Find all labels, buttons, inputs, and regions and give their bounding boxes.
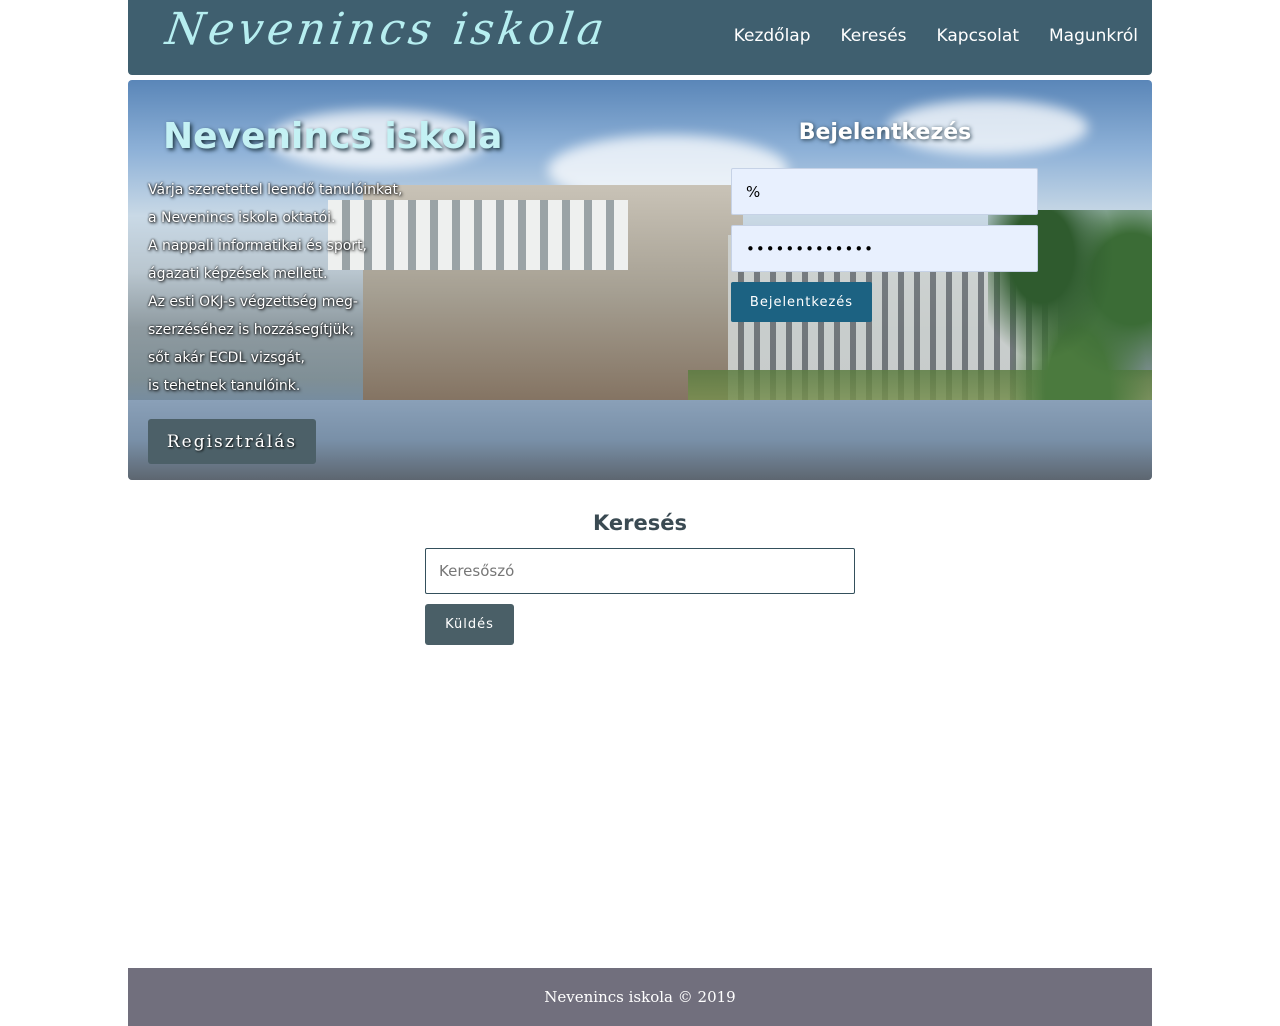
nav-item-contact[interactable]: Kapcsolat <box>937 26 1019 46</box>
login-title: Bejelentkezés <box>798 120 972 145</box>
hero-line: a Nevenincs iskola oktatói. <box>148 210 336 226</box>
register-button[interactable]: Regisztrálás <box>148 419 316 464</box>
hero-line: Az esti OKJ-s végzettség meg- <box>148 294 358 310</box>
search-submit-button[interactable]: Küldés <box>425 604 514 645</box>
hero-line: Várja szeretettel leendő tanulóinkat, <box>148 182 403 198</box>
hero-description: Várja szeretettel leendő tanulóinkat, a … <box>148 176 448 400</box>
nav-item-home[interactable]: Kezdőlap <box>734 26 811 46</box>
search-input[interactable] <box>425 548 855 594</box>
username-field[interactable] <box>731 168 1038 215</box>
site-header: Nevenincs iskola Kezdőlap Keresés Kapcso… <box>128 0 1152 75</box>
hero-line: is tehetnek tanulóink. <box>148 378 301 394</box>
hero-line: sőt akár ECDL vizsgát, <box>148 350 305 366</box>
password-field[interactable] <box>731 225 1038 272</box>
site-logo[interactable]: Nevenincs iskola <box>162 4 611 55</box>
site-footer: Nevenincs iskola © 2019 <box>128 968 1152 1026</box>
nav-item-search[interactable]: Keresés <box>841 26 907 46</box>
hero-line: A nappali informatikai és sport, <box>148 238 368 254</box>
hero-banner: Nevenincs iskola Várja szeretettel leend… <box>128 80 1152 480</box>
main-nav: Kezdőlap Keresés Kapcsolat Magunkról <box>734 26 1138 46</box>
nav-item-about[interactable]: Magunkról <box>1049 26 1138 46</box>
hero-line: ágazati képzések mellett. <box>148 266 328 282</box>
hero-line: szerzéséhez is hozzásegítjük; <box>148 322 355 338</box>
footer-copyright: Nevenincs iskola © 2019 <box>544 988 736 1006</box>
search-title: Keresés <box>593 511 687 535</box>
hero-title: Nevenincs iskola <box>163 116 503 157</box>
login-button[interactable]: Bejelentkezés <box>731 282 872 322</box>
